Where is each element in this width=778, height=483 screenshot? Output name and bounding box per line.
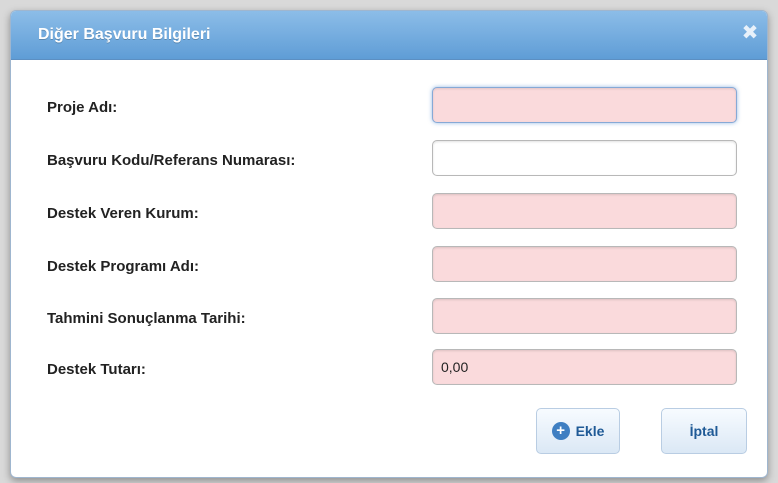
reference-number-label: Başvuru Kodu/Referans Numarası: <box>47 152 296 169</box>
dialog-title: Diğer Başvuru Bilgileri <box>38 26 211 43</box>
support-program-label: Destek Programı Adı: <box>47 258 199 275</box>
support-amount-input[interactable] <box>432 349 737 385</box>
dialog-titlebar[interactable]: Diğer Başvuru Bilgileri ✖ <box>11 11 767 60</box>
add-button[interactable]: + Ekle <box>536 408 620 454</box>
support-institution-input[interactable] <box>432 193 737 229</box>
project-name-label: Proje Adı: <box>47 99 118 116</box>
cancel-button-label: İptal <box>689 423 719 439</box>
project-name-input[interactable] <box>432 87 737 123</box>
dialog: Diğer Başvuru Bilgileri ✖ Proje Adı: Baş… <box>10 10 768 478</box>
support-institution-label: Destek Veren Kurum: <box>47 205 199 222</box>
form-row-support-program: Destek Programı Adı: <box>47 246 747 286</box>
support-amount-label: Destek Tutarı: <box>47 361 146 378</box>
form-row-reference-number: Başvuru Kodu/Referans Numarası: <box>47 140 747 180</box>
add-button-label: Ekle <box>575 423 605 439</box>
estimated-date-label: Tahmini Sonuçlanma Tarihi: <box>47 310 246 327</box>
reference-number-input[interactable] <box>432 140 737 176</box>
form-row-project-name: Proje Adı: <box>47 87 747 127</box>
close-icon[interactable]: ✖ <box>739 22 761 44</box>
form-row-support-institution: Destek Veren Kurum: <box>47 193 747 233</box>
support-program-input[interactable] <box>432 246 737 282</box>
plus-circle-icon: + <box>551 422 570 440</box>
cancel-button[interactable]: İptal <box>661 408 747 454</box>
estimated-date-input[interactable] <box>432 298 737 334</box>
form-row-estimated-date: Tahmini Sonuçlanma Tarihi: <box>47 298 747 338</box>
form-row-support-amount: Destek Tutarı: <box>47 349 747 389</box>
